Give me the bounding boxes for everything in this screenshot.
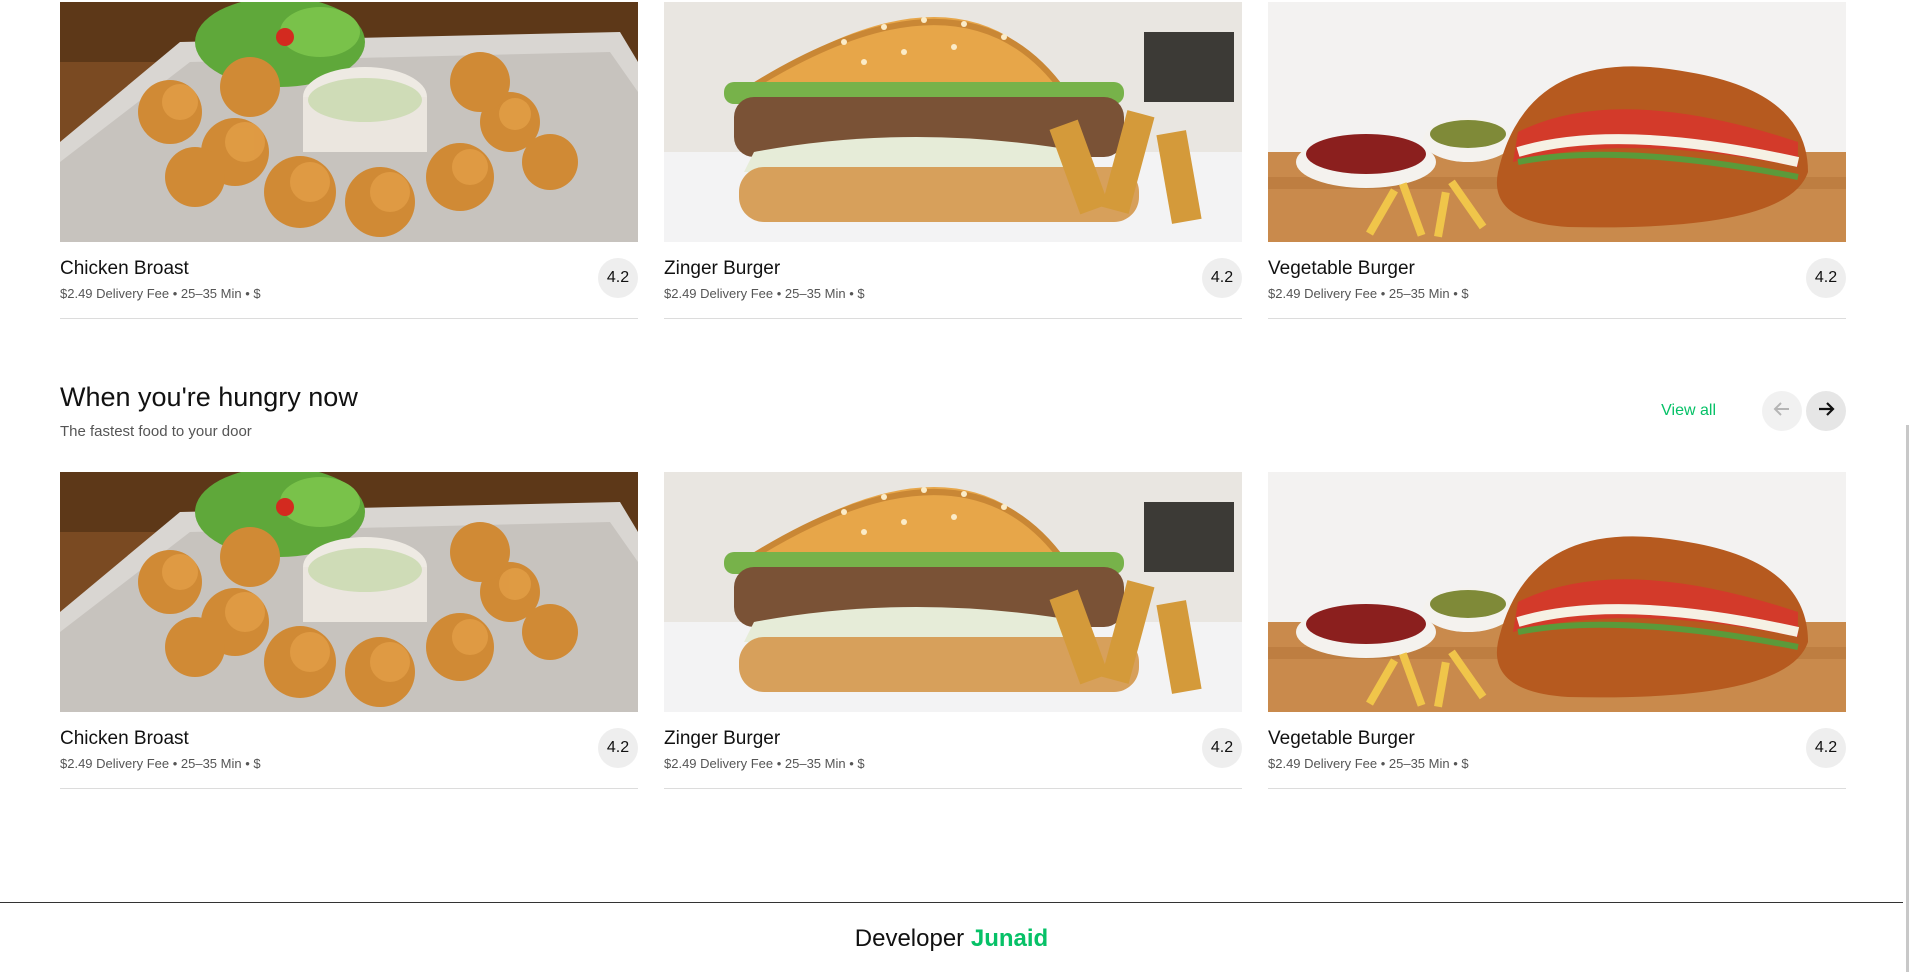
card-title[interactable]: Vegetable Burger	[1268, 258, 1415, 280]
restaurant-card-vegetable-burger[interactable]: Vegetable Burger $2.49 Delivery Fee • 25…	[1268, 472, 1846, 789]
card-title[interactable]: Zinger Burger	[664, 728, 780, 750]
card-info: Zinger Burger $2.49 Delivery Fee • 25–35…	[664, 242, 1242, 319]
card-meta: $2.49 Delivery Fee • 25–35 Min • $	[1268, 286, 1469, 301]
card-title[interactable]: Chicken Broast	[60, 258, 189, 280]
card-info: Vegetable Burger $2.49 Delivery Fee • 25…	[1268, 712, 1846, 789]
card-title[interactable]: Vegetable Burger	[1268, 728, 1415, 750]
card-info: Vegetable Burger $2.49 Delivery Fee • 25…	[1268, 242, 1846, 319]
restaurant-card-chicken-broast[interactable]: Chicken Broast $2.49 Delivery Fee • 25–3…	[60, 0, 638, 319]
card-meta: $2.49 Delivery Fee • 25–35 Min • $	[60, 756, 261, 771]
card-meta: $2.49 Delivery Fee • 25–35 Min • $	[60, 286, 261, 301]
view-all-link[interactable]: View all	[1661, 402, 1716, 420]
arrow-right-icon	[1816, 399, 1836, 424]
rating-badge: 4.2	[1202, 728, 1242, 768]
food-image-vegetable-burger[interactable]	[1268, 472, 1846, 712]
rating-badge: 4.2	[598, 728, 638, 768]
rating-badge: 4.2	[1806, 258, 1846, 298]
developer-name: Junaid	[970, 925, 1049, 952]
food-image-chicken-broast[interactable]	[60, 472, 638, 712]
food-image-zinger-burger[interactable]	[664, 2, 1242, 242]
card-meta: $2.49 Delivery Fee • 25–35 Min • $	[664, 756, 865, 771]
rating-badge: 4.2	[1806, 728, 1846, 768]
carousel-next-button[interactable]	[1806, 391, 1846, 431]
card-meta: $2.49 Delivery Fee • 25–35 Min • $	[664, 286, 865, 301]
food-image-chicken-broast[interactable]	[60, 2, 638, 242]
food-image-vegetable-burger[interactable]	[1268, 2, 1846, 242]
restaurant-card-vegetable-burger[interactable]: Vegetable Burger $2.49 Delivery Fee • 25…	[1268, 0, 1846, 319]
restaurant-card-zinger-burger[interactable]: Zinger Burger $2.49 Delivery Fee • 25–35…	[664, 472, 1242, 789]
section-subtitle: The fastest food to your door	[60, 423, 252, 440]
page-footer: Developer Junaid	[0, 902, 1903, 973]
restaurant-card-zinger-burger[interactable]: Zinger Burger $2.49 Delivery Fee • 25–35…	[664, 0, 1242, 319]
rating-badge: 4.2	[598, 258, 638, 298]
card-title[interactable]: Chicken Broast	[60, 728, 189, 750]
card-info: Chicken Broast $2.49 Delivery Fee • 25–3…	[60, 242, 638, 319]
arrow-left-icon	[1772, 399, 1792, 424]
scrollbar[interactable]	[1903, 0, 1909, 972]
rating-badge: 4.2	[1202, 258, 1242, 298]
card-title[interactable]: Zinger Burger	[664, 258, 780, 280]
card-info: Chicken Broast $2.49 Delivery Fee • 25–3…	[60, 712, 638, 789]
footer-label: Developer	[854, 925, 965, 952]
food-image-zinger-burger[interactable]	[664, 472, 1242, 712]
section-title: When you're hungry now	[60, 382, 358, 412]
carousel-prev-button[interactable]	[1762, 391, 1802, 431]
restaurant-card-chicken-broast[interactable]: Chicken Broast $2.49 Delivery Fee • 25–3…	[60, 472, 638, 789]
card-meta: $2.49 Delivery Fee • 25–35 Min • $	[1268, 756, 1469, 771]
section-header: When you're hungry now The fastest food …	[60, 382, 1846, 442]
card-info: Zinger Burger $2.49 Delivery Fee • 25–35…	[664, 712, 1242, 789]
footer-credit: Developer Junaid	[0, 925, 1903, 953]
